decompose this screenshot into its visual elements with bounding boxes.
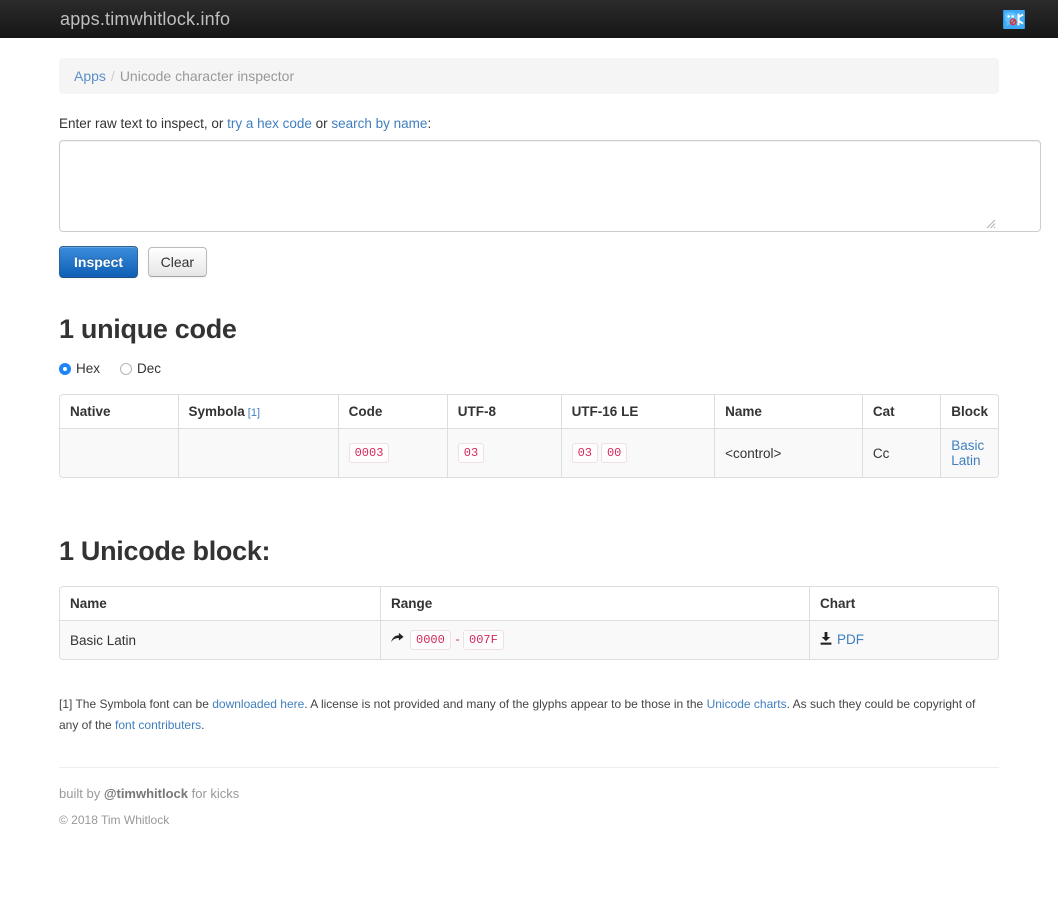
author-handle[interactable]: @timwhitlock <box>104 786 188 801</box>
breadcrumb-divider: / <box>110 68 115 84</box>
symbola-footnote-link[interactable]: [1] <box>248 407 260 419</box>
block-link[interactable]: Basic Latin <box>951 438 984 468</box>
col-code: Code <box>337 395 447 429</box>
col-symbola-label: Symbola <box>188 404 245 419</box>
cell-utf8: 03 <box>446 429 561 477</box>
unicode-charts-link[interactable]: Unicode charts <box>707 697 787 711</box>
col-symbola: Symbola [1] <box>177 395 338 429</box>
blocks-table-header-row: Name Range Chart <box>60 587 998 621</box>
breadcrumb-apps-link[interactable]: Apps <box>74 68 106 84</box>
built-prefix: built by <box>59 786 104 801</box>
radio-dec-label: Dec <box>137 361 162 376</box>
copyright-line: © 2018 Tim Whitlock <box>59 813 170 827</box>
footnotes: [1] The Symbola font can be downloaded h… <box>59 694 989 736</box>
col-utf16le: UTF-16 LE <box>560 395 715 429</box>
breadcrumb-current: Unicode character inspector <box>119 68 295 84</box>
col-cat: Cat <box>861 395 941 429</box>
search-by-name-link[interactable]: search by name <box>331 116 427 131</box>
unicode-block-heading: 1 Unicode block: <box>59 536 271 566</box>
col-block-name: Name <box>60 587 380 621</box>
range-dash: - <box>453 633 462 647</box>
pdf-chart-link[interactable]: PDF <box>837 632 864 647</box>
breadcrumb: Apps / Unicode character inspector <box>59 58 999 94</box>
cell-code: 0003 <box>337 429 447 477</box>
code-value: 0003 <box>348 443 390 463</box>
intro-prefix: Enter raw text to inspect, or <box>59 116 228 131</box>
utf16-byte-1: 03 <box>571 443 598 463</box>
table-row: Basic Latin 0000-007F PDF <box>60 621 998 659</box>
cell-block-range: 0000-007F <box>380 621 809 659</box>
built-by-line: built by @timwhitlock for kicks <box>59 786 999 801</box>
col-name: Name <box>714 395 862 429</box>
col-block-chart: Chart <box>809 587 998 621</box>
radio-hex-indicator[interactable] <box>59 362 71 375</box>
radio-dec[interactable]: Dec <box>120 361 161 376</box>
radio-hex-label: Hex <box>76 361 101 376</box>
cell-block-chart: PDF <box>809 621 998 659</box>
raw-text-input[interactable] <box>59 140 1041 232</box>
utf8-byte: 03 <box>457 443 485 463</box>
range-start: 0000 <box>410 630 451 650</box>
footnote-part2: . A license is not provided and many of … <box>304 697 707 711</box>
top-navbar: apps.timwhitlock.info <box>0 0 1058 38</box>
footnote-part4: . <box>201 718 205 732</box>
cell-name: <control> <box>714 429 862 477</box>
range-end: 007F <box>463 630 504 650</box>
table-row: 0003 03 03 00 <control> Cc Basic Latin <box>60 429 998 477</box>
cell-block: Basic Latin <box>940 429 998 477</box>
download-icon <box>820 632 832 648</box>
cell-native <box>60 429 178 477</box>
cell-cat: Cc <box>861 429 941 477</box>
codes-table: Native Symbola [1] Code UTF-8 UTF-16 LE N… <box>59 394 999 478</box>
col-native: Native <box>60 395 178 429</box>
page-footer: built by @timwhitlock for kicks © 2018 T… <box>59 767 999 827</box>
col-block-range: Range <box>380 587 809 621</box>
cell-symbola <box>177 429 338 477</box>
codes-table-header-row: Native Symbola [1] Code UTF-8 UTF-16 LE N… <box>60 395 998 429</box>
textarea-wrapper <box>59 140 1041 232</box>
twitter-bird-icon[interactable] <box>1003 9 1025 29</box>
unique-code-heading: 1 unique code <box>59 314 237 344</box>
arrow-icon <box>391 632 404 647</box>
footnote-part1: [1] The Symbola font can be <box>59 697 213 711</box>
font-contributers-link[interactable]: font contributers <box>115 718 201 732</box>
form-button-row: Inspect Clear <box>59 246 999 278</box>
try-hex-code-link[interactable]: try a hex code <box>227 116 312 131</box>
cell-block-name: Basic Latin <box>60 621 380 659</box>
form-intro-text: Enter raw text to inspect, or try a hex … <box>59 116 999 131</box>
page-container: Apps / Unicode character inspector Enter r… <box>59 38 1041 827</box>
inspect-button[interactable]: Inspect <box>59 246 139 278</box>
radio-hex[interactable]: Hex <box>59 361 100 376</box>
utf16-byte-2: 00 <box>600 443 628 463</box>
base-radio-group: Hex Dec <box>59 361 999 376</box>
site-brand[interactable]: apps.timwhitlock.info <box>60 9 230 30</box>
blocks-table: Name Range Chart Basic Latin 0000-007F P… <box>59 586 999 660</box>
radio-dec-indicator[interactable] <box>120 362 133 375</box>
clear-button[interactable]: Clear <box>147 247 208 277</box>
col-block: Block <box>940 395 998 429</box>
cell-utf16le: 03 00 <box>560 429 715 477</box>
built-suffix: for kicks <box>188 786 240 801</box>
intro-mid: or <box>311 116 332 131</box>
intro-suffix: : <box>427 116 432 131</box>
downloaded-here-link[interactable]: downloaded here <box>212 697 304 711</box>
col-utf8: UTF-8 <box>446 395 561 429</box>
